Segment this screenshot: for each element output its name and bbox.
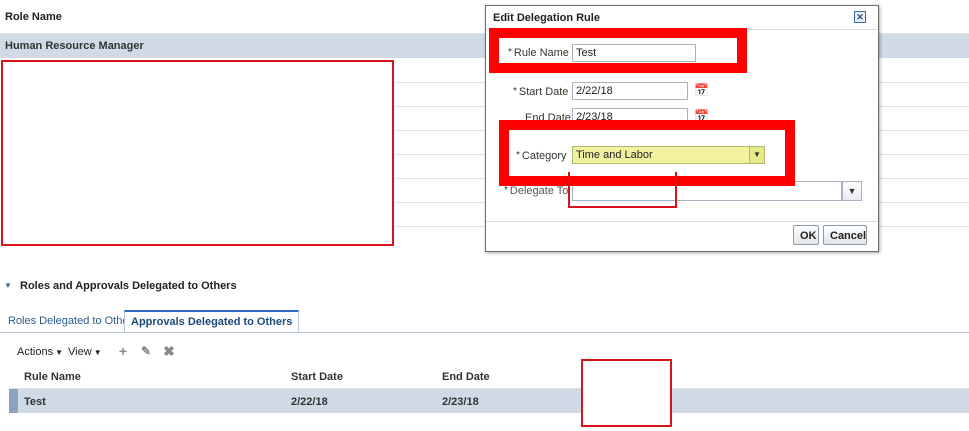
delegate-to-label: * Delegate To <box>504 185 569 197</box>
table-toolbar: Actions ▼ View ▼ + ✎ ✖ <box>0 343 969 363</box>
end-date-cell: 2/23/18 <box>442 396 479 408</box>
dialog-title: Edit Delegation Rule <box>493 12 600 24</box>
calendar-icon[interactable]: 📅 <box>694 83 709 97</box>
tab-roles-delegated[interactable]: Roles Delegated to Others <box>2 310 144 332</box>
column-header-start-date[interactable]: Start Date <box>291 371 343 383</box>
redaction-box <box>581 359 672 427</box>
redaction-box <box>568 172 677 208</box>
section-title: Roles and Approvals Delegated to Others <box>20 280 237 292</box>
table-row[interactable]: Test 2/22/18 2/23/18 <box>9 389 969 413</box>
redaction-box <box>1 60 394 246</box>
chevron-down-icon: ▼ <box>93 348 102 357</box>
close-icon[interactable]: ✕ <box>854 11 866 23</box>
role-name-cell: Human Resource Manager <box>5 40 144 52</box>
ok-button[interactable]: OK <box>793 225 819 245</box>
tab-approvals-delegated[interactable]: Approvals Delegated to Others <box>124 310 300 333</box>
column-header-rule-name[interactable]: Rule Name <box>24 371 81 383</box>
column-header-end-date[interactable]: End Date <box>442 371 490 383</box>
delete-icon[interactable]: ✖ <box>161 343 177 359</box>
tab-underline <box>0 332 969 333</box>
start-date-label: * Start Date <box>513 86 569 98</box>
annotation-highlight-rule-name <box>489 28 747 73</box>
actions-menu[interactable]: Actions ▼ <box>17 346 63 358</box>
cancel-button[interactable]: Cancel <box>823 225 867 245</box>
dialog-footer-divider <box>486 221 878 222</box>
column-header-role-name: Role Name <box>5 11 62 23</box>
view-menu[interactable]: View ▼ <box>68 346 102 358</box>
start-date-cell: 2/22/18 <box>291 396 328 408</box>
start-date-input[interactable] <box>572 82 688 100</box>
collapse-chevron-icon[interactable]: ▼ <box>4 281 13 290</box>
row-selection-marker <box>9 389 18 413</box>
delegate-to-search-icon[interactable]: ▼ <box>842 181 862 201</box>
edit-icon[interactable]: ✎ <box>138 343 154 359</box>
dialog-title-bar[interactable]: Edit Delegation Rule ✕ <box>486 6 878 30</box>
approvals-table-header: Rule Name Start Date End Date <box>9 366 969 389</box>
chevron-down-icon: ▼ <box>55 348 64 357</box>
add-icon[interactable]: + <box>115 343 131 359</box>
tab-bar: Roles Delegated to Others Approvals Dele… <box>0 310 969 333</box>
rule-name-cell: Test <box>24 396 46 408</box>
